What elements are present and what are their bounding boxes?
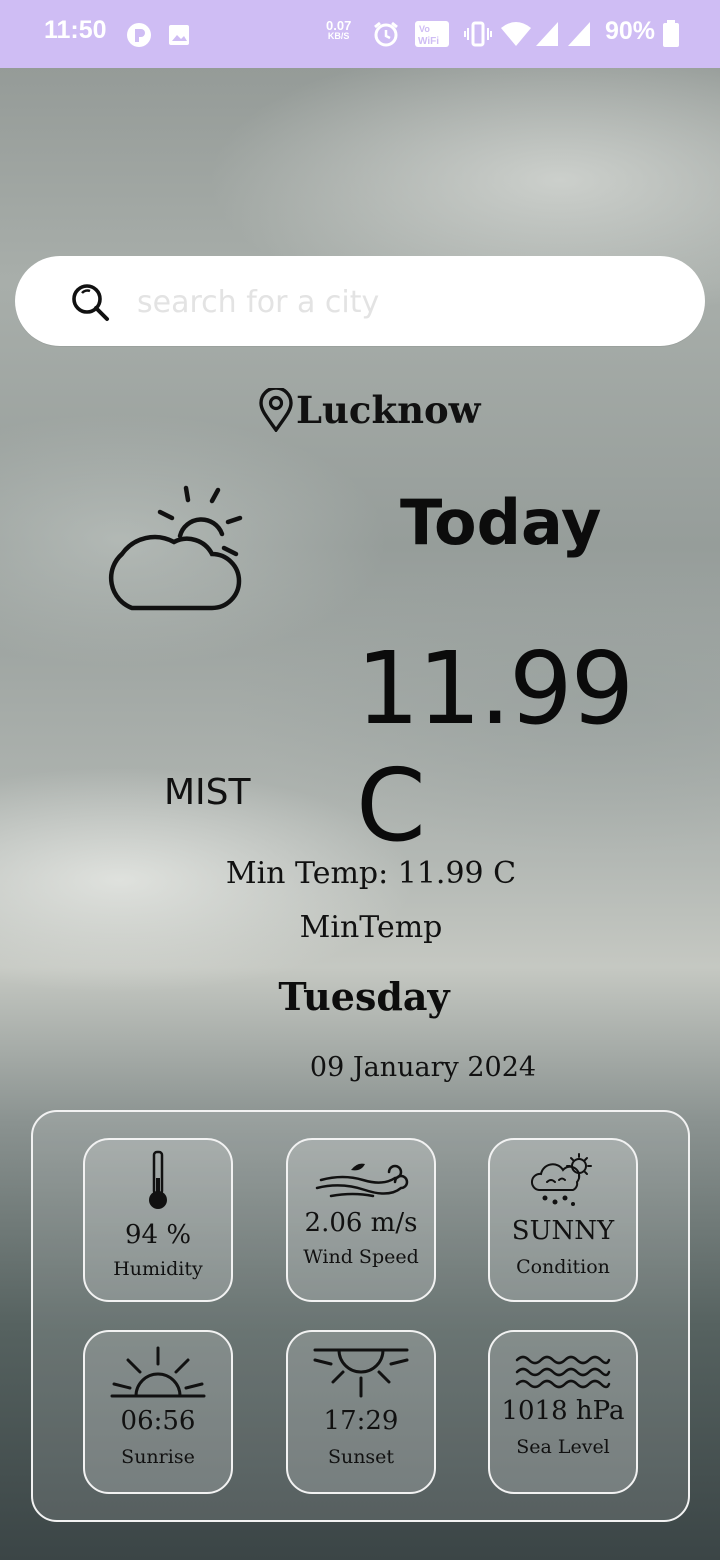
status-time: 11:50 bbox=[44, 16, 107, 44]
sea-level-card: 1018 hPa Sea Level bbox=[488, 1330, 638, 1494]
vowifi-icon: Vo WiFi bbox=[415, 21, 449, 47]
network-speed-value: 0.07 bbox=[326, 18, 352, 33]
condition-label: Condition bbox=[516, 1256, 610, 1278]
weekday: Tuesday bbox=[278, 974, 450, 1019]
image-notification-icon bbox=[169, 25, 189, 45]
search-bar[interactable] bbox=[15, 256, 705, 346]
network-speed: 0.07 KB/S bbox=[326, 18, 352, 42]
humidity-value: 94 % bbox=[124, 1220, 192, 1250]
svg-text:WiFi: WiFi bbox=[418, 36, 439, 47]
network-speed-unit: KB/S bbox=[327, 31, 350, 41]
sunset-value: 17:29 bbox=[323, 1406, 399, 1436]
battery-icon bbox=[663, 20, 679, 47]
search-icon[interactable] bbox=[70, 282, 110, 322]
weather-details-panel: 94 % Humidity 2.06 m/s Wind Speed SUNNY … bbox=[31, 1110, 690, 1522]
wind-speed-value: 2.06 m/s bbox=[304, 1208, 418, 1238]
condition-card: SUNNY Condition bbox=[488, 1138, 638, 1302]
sea-level-value: 1018 hPa bbox=[501, 1396, 625, 1426]
thermometer-icon bbox=[149, 1150, 167, 1209]
sunrise-card: 06:56 Sunrise bbox=[83, 1330, 233, 1494]
min-temp-label: MinTemp bbox=[299, 910, 443, 945]
partly-cloudy-icon bbox=[108, 485, 243, 611]
sunrise-value: 06:56 bbox=[120, 1406, 196, 1436]
min-temp-text: Min Temp: 11.99 C bbox=[225, 856, 517, 891]
location: Lucknow bbox=[258, 388, 481, 432]
humidity-label: Humidity bbox=[113, 1258, 203, 1280]
current-temperature: 11.99 C bbox=[356, 630, 634, 864]
day-label: Today bbox=[400, 486, 602, 559]
location-pin-icon bbox=[259, 388, 293, 432]
weather-condition: MIST bbox=[164, 772, 251, 813]
vibrate-icon bbox=[464, 21, 492, 47]
signal-icon-2 bbox=[568, 22, 590, 46]
sunset-card: 17:29 Sunset bbox=[286, 1330, 436, 1494]
cloud-sun-rain-icon bbox=[530, 1153, 592, 1206]
sea-level-label: Sea Level bbox=[516, 1436, 610, 1458]
wind-speed-card: 2.06 m/s Wind Speed bbox=[286, 1138, 436, 1302]
weather-screen: 11:50 0.07 KB/S Vo WiFi 90% search for a… bbox=[0, 0, 720, 1560]
sunrise-icon bbox=[110, 1346, 206, 1398]
condition-value: SUNNY bbox=[511, 1216, 615, 1246]
wifi-icon bbox=[501, 22, 531, 46]
signal-icon-1 bbox=[536, 22, 558, 46]
battery-percent: 90% bbox=[605, 17, 656, 45]
wind-icon bbox=[315, 1163, 409, 1198]
date: 09 January 2024 bbox=[309, 1052, 537, 1083]
search-input[interactable] bbox=[135, 278, 679, 326]
p-notification-icon bbox=[127, 23, 151, 47]
svg-text:Vo: Vo bbox=[419, 24, 430, 34]
status-bar: 11:50 0.07 KB/S Vo WiFi 90% bbox=[0, 0, 720, 68]
sunrise-label: Sunrise bbox=[121, 1446, 195, 1468]
humidity-card: 94 % Humidity bbox=[83, 1138, 233, 1302]
wind-speed-label: Wind Speed bbox=[303, 1246, 419, 1268]
alarm-icon bbox=[374, 21, 398, 47]
city-name: Lucknow bbox=[296, 388, 481, 432]
sunset-label: Sunset bbox=[327, 1446, 395, 1468]
sunset-icon bbox=[313, 1348, 409, 1398]
waves-icon bbox=[515, 1355, 611, 1389]
